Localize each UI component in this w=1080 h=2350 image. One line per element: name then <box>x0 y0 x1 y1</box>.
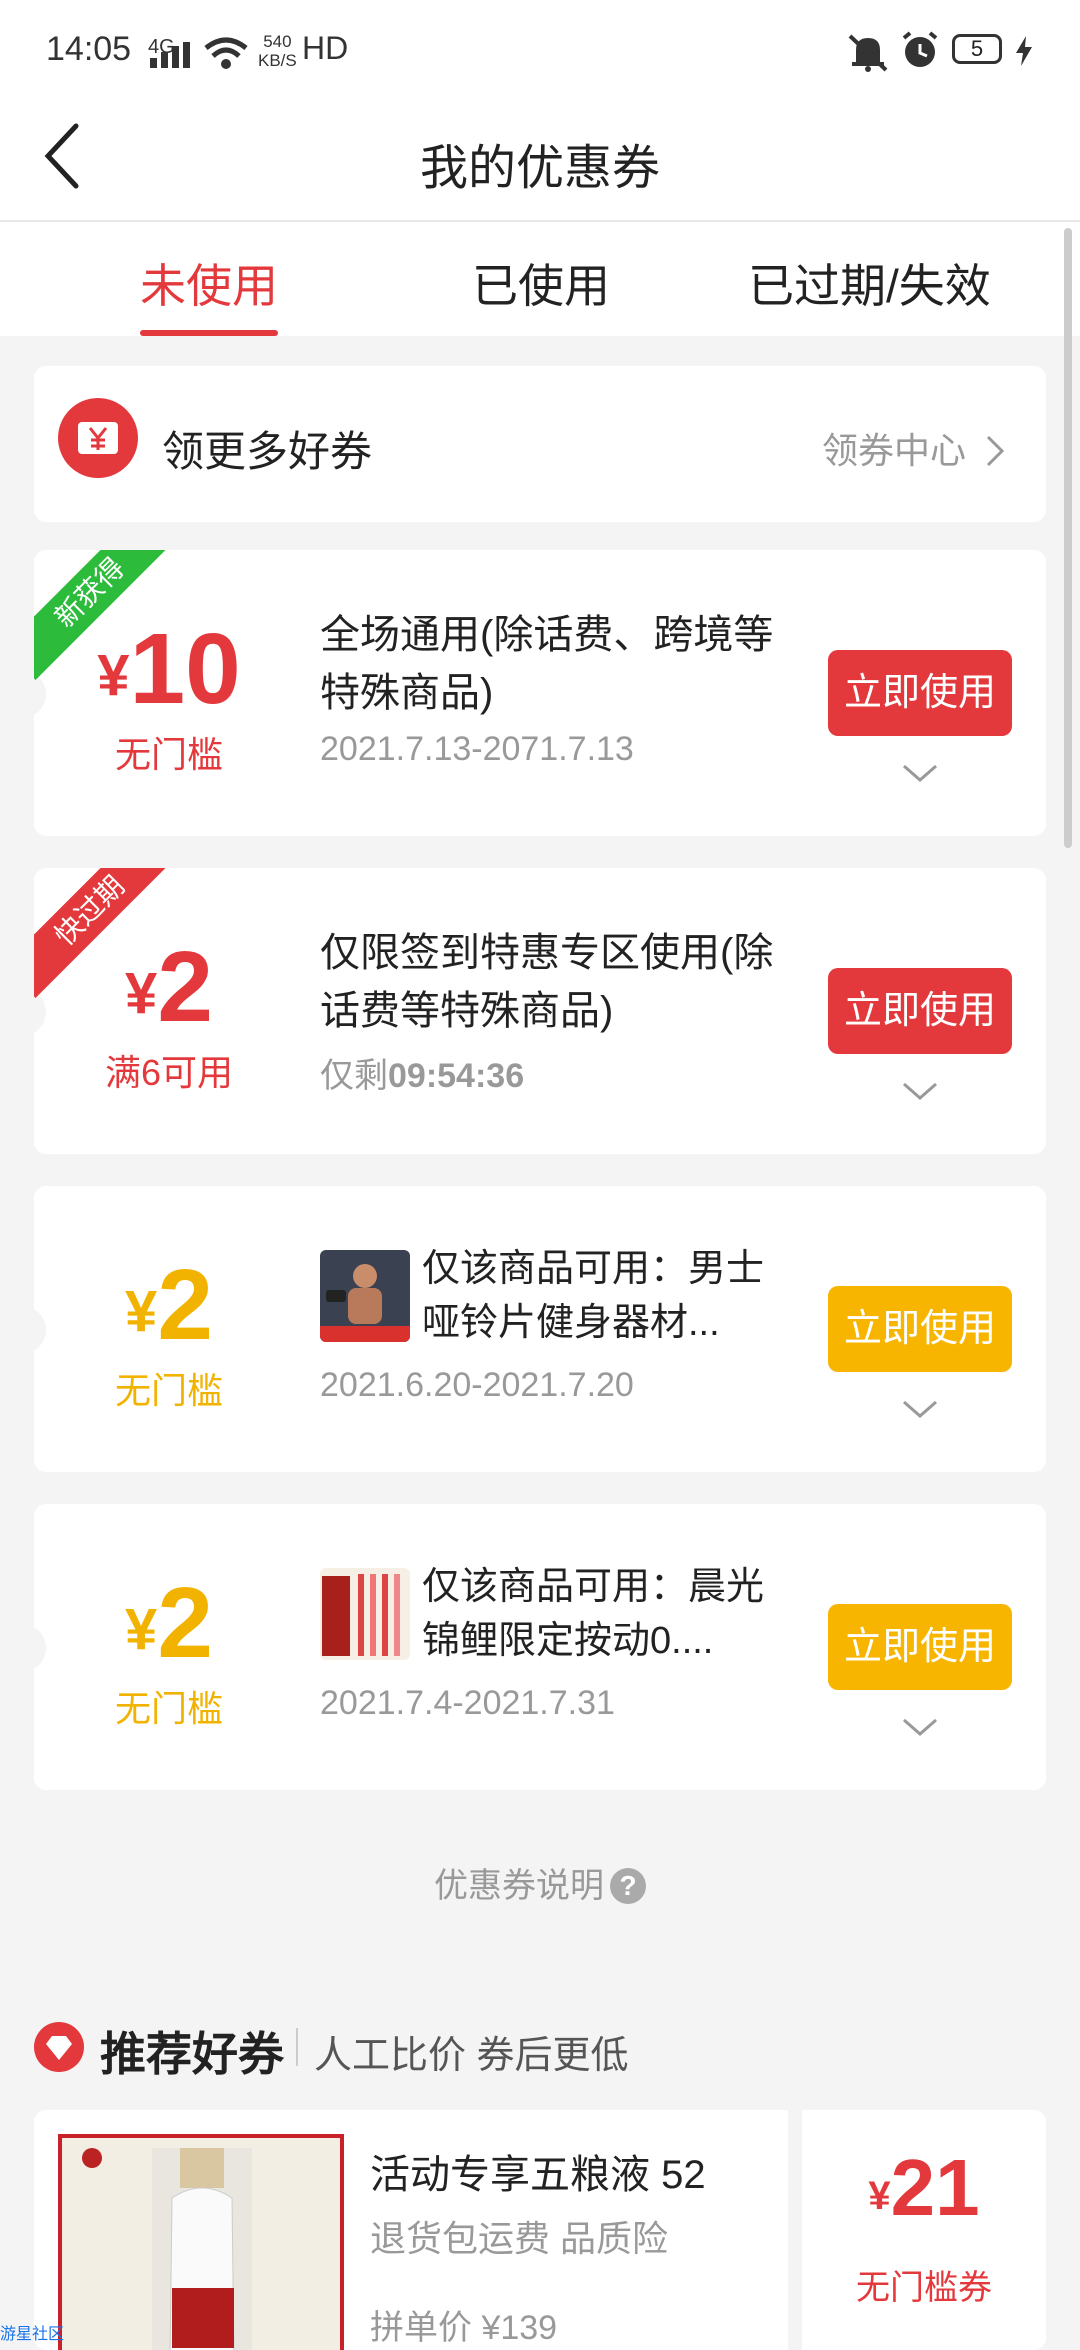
status-time: 14:05 <box>46 30 132 68</box>
recommend-title: 推荐好券 <box>100 2028 284 2080</box>
recommend-subtitle: 人工比价 券后更低 <box>314 2035 629 2077</box>
get-more-coupons-card[interactable]: 领更多好券 领券中心 <box>34 366 1046 522</box>
product-tags: 退货包运费 品质险 <box>370 2218 669 2259</box>
recommend-coupon-type: 无门槛券 <box>856 2269 992 2307</box>
coupon-amount: ¥2 <box>125 931 213 1043</box>
coupon-condition: 无门槛 <box>114 1688 223 1729</box>
nav-bar: 我的优惠券 <box>0 100 1080 222</box>
scrollbar[interactable] <box>1064 228 1072 848</box>
signal-icon <box>150 42 190 68</box>
use-now-button[interactable]: 立即使用 <box>828 1604 1012 1690</box>
wifi-icon <box>204 37 248 69</box>
chevron-down-icon[interactable] <box>900 1716 940 1740</box>
card-divider <box>788 2110 802 2350</box>
charging-icon <box>1016 36 1032 66</box>
tab-bar: 未使用 已使用 已过期/失效 <box>0 222 1080 336</box>
coupon-description: 仅该商品可用：晨光锦鲤限定按动0.... <box>422 1566 765 1662</box>
coupon-condition: 无门槛 <box>114 1370 223 1411</box>
battery-indicator: 5 <box>952 34 1002 64</box>
active-tab-indicator <box>140 330 278 336</box>
coupon-yuan-icon <box>58 398 138 478</box>
get-more-label: 领更多好券 <box>162 428 373 475</box>
help-icon: ? <box>610 1868 646 1904</box>
chevron-right-icon <box>986 435 1005 467</box>
coupon-amount: ¥2 <box>125 1249 213 1361</box>
alarm-icon <box>902 31 938 67</box>
tab-used[interactable]: 已使用 <box>472 250 610 316</box>
mute-bell-icon <box>848 34 888 72</box>
watermark: 游星社区 <box>0 2326 65 2343</box>
coupon-condition: 无门槛 <box>114 734 223 775</box>
hd-indicator: HD <box>302 30 349 66</box>
coupon-date: 2021.7.4-2021.7.31 <box>320 1684 615 1722</box>
product-image <box>58 2134 344 2350</box>
explanation-label: 优惠券说明 <box>434 1867 604 1905</box>
coupon-description: 全场通用(除话费、跨境等特殊商品) <box>320 613 774 715</box>
chevron-down-icon[interactable] <box>900 762 940 786</box>
coupon-amount: ¥2 <box>125 1567 213 1679</box>
use-now-button[interactable]: 立即使用 <box>828 650 1012 736</box>
diamond-badge-icon <box>34 2022 84 2072</box>
coupon-card[interactable]: 快过期 ¥2 满6可用 仅限签到特惠专区使用(除话费等特殊商品) 仅剩09:54… <box>34 868 1046 1154</box>
product-thumbnail <box>320 1250 410 1342</box>
coupon-card[interactable]: ¥2 无门槛 仅该商品可用：晨光锦鲤限定按动0.... 2021.7.4-202… <box>34 1504 1046 1790</box>
coupon-amount: ¥10 <box>97 613 241 725</box>
page-title: 我的优惠券 <box>419 142 660 195</box>
tab-unused[interactable]: 未使用 <box>140 250 278 316</box>
net-speed: 540 KB/S <box>258 32 297 70</box>
coupon-center-link[interactable]: 领券中心 <box>822 422 1006 474</box>
divider <box>296 2028 298 2066</box>
use-now-button[interactable]: 立即使用 <box>828 1286 1012 1372</box>
chevron-down-icon[interactable] <box>900 1080 940 1104</box>
coupon-card[interactable]: ¥2 无门槛 仅该商品可用：男士哑铃片健身器材... 2021.6.20-202… <box>34 1186 1046 1472</box>
tab-expired[interactable]: 已过期/失效 <box>748 250 991 316</box>
coupon-card[interactable]: 新获得 ¥10 无门槛 全场通用(除话费、跨境等特殊商品) 2021.7.13-… <box>34 550 1046 836</box>
coupon-date: 2021.7.13-2071.7.13 <box>320 730 634 768</box>
status-bar: 14:05 4G 540 KB/S HD 5 <box>0 0 1080 100</box>
coupon-condition: 满6可用 <box>104 1052 234 1093</box>
product-thumbnail <box>320 1568 410 1660</box>
product-title: 活动专享五粮液 52 <box>370 2153 706 2197</box>
use-now-button[interactable]: 立即使用 <box>828 968 1012 1054</box>
chevron-down-icon[interactable] <box>900 1398 940 1422</box>
coupon-description: 仅该商品可用：男士哑铃片健身器材... <box>422 1248 765 1344</box>
product-price: 拼单价 ¥139 <box>370 2309 558 2347</box>
coupon-description: 仅限签到特惠专区使用(除话费等特殊商品) <box>320 931 774 1033</box>
coupon-explanation-link[interactable]: 优惠券说明? <box>0 1858 1080 1907</box>
recommend-coupon-amount: ¥21 <box>868 2143 980 2232</box>
coupon-countdown: 仅剩09:54:36 <box>320 1057 525 1095</box>
coupon-date: 2021.6.20-2021.7.20 <box>320 1366 634 1404</box>
recommend-product-card[interactable]: 活动专享五粮液 52 退货包运费 品质险 拼单价 ¥139 ¥21 无门槛券 <box>34 2110 1046 2350</box>
